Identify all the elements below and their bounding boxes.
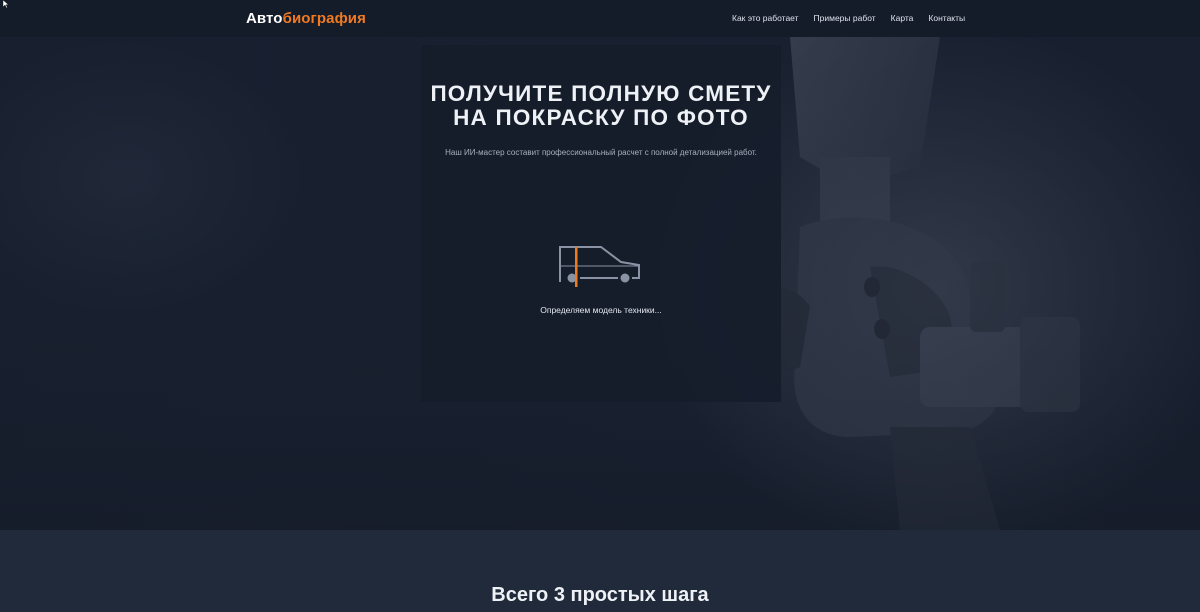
site-header: Автобиография Как это работает Примеры р… [0,0,1200,37]
nav-link-how-it-works[interactable]: Как это работает [732,13,799,23]
car-scan-icon [559,246,640,287]
nav-link-examples[interactable]: Примеры работ [814,13,876,23]
hero-section: ПОЛУЧИТЕ ПОЛНУЮ СМЕТУ НА ПОКРАСКУ ПО ФОТ… [0,37,1200,530]
estimate-card: ПОЛУЧИТЕ ПОЛНУЮ СМЕТУ НА ПОКРАСКУ ПО ФОТ… [421,45,781,402]
hero-subtitle: Наш ИИ-мастер составит профессиональный … [445,148,757,157]
steps-title: Всего 3 простых шага [491,583,709,606]
logo-part-orange: биография [282,10,366,27]
logo-part-white: Авто [246,10,283,27]
main-nav: Как это работает Примеры работ Карта Кон… [732,13,965,23]
nav-link-map[interactable]: Карта [891,13,914,23]
logo[interactable]: Автобиография [246,10,366,27]
steps-section: Всего 3 простых шага [0,530,1200,612]
mouse-cursor-icon [3,0,9,8]
status-text: Определяем модель техники... [540,305,662,315]
nav-link-contacts[interactable]: Контакты [928,13,965,23]
hero-title: ПОЛУЧИТЕ ПОЛНУЮ СМЕТУ НА ПОКРАСКУ ПО ФОТ… [430,81,772,131]
